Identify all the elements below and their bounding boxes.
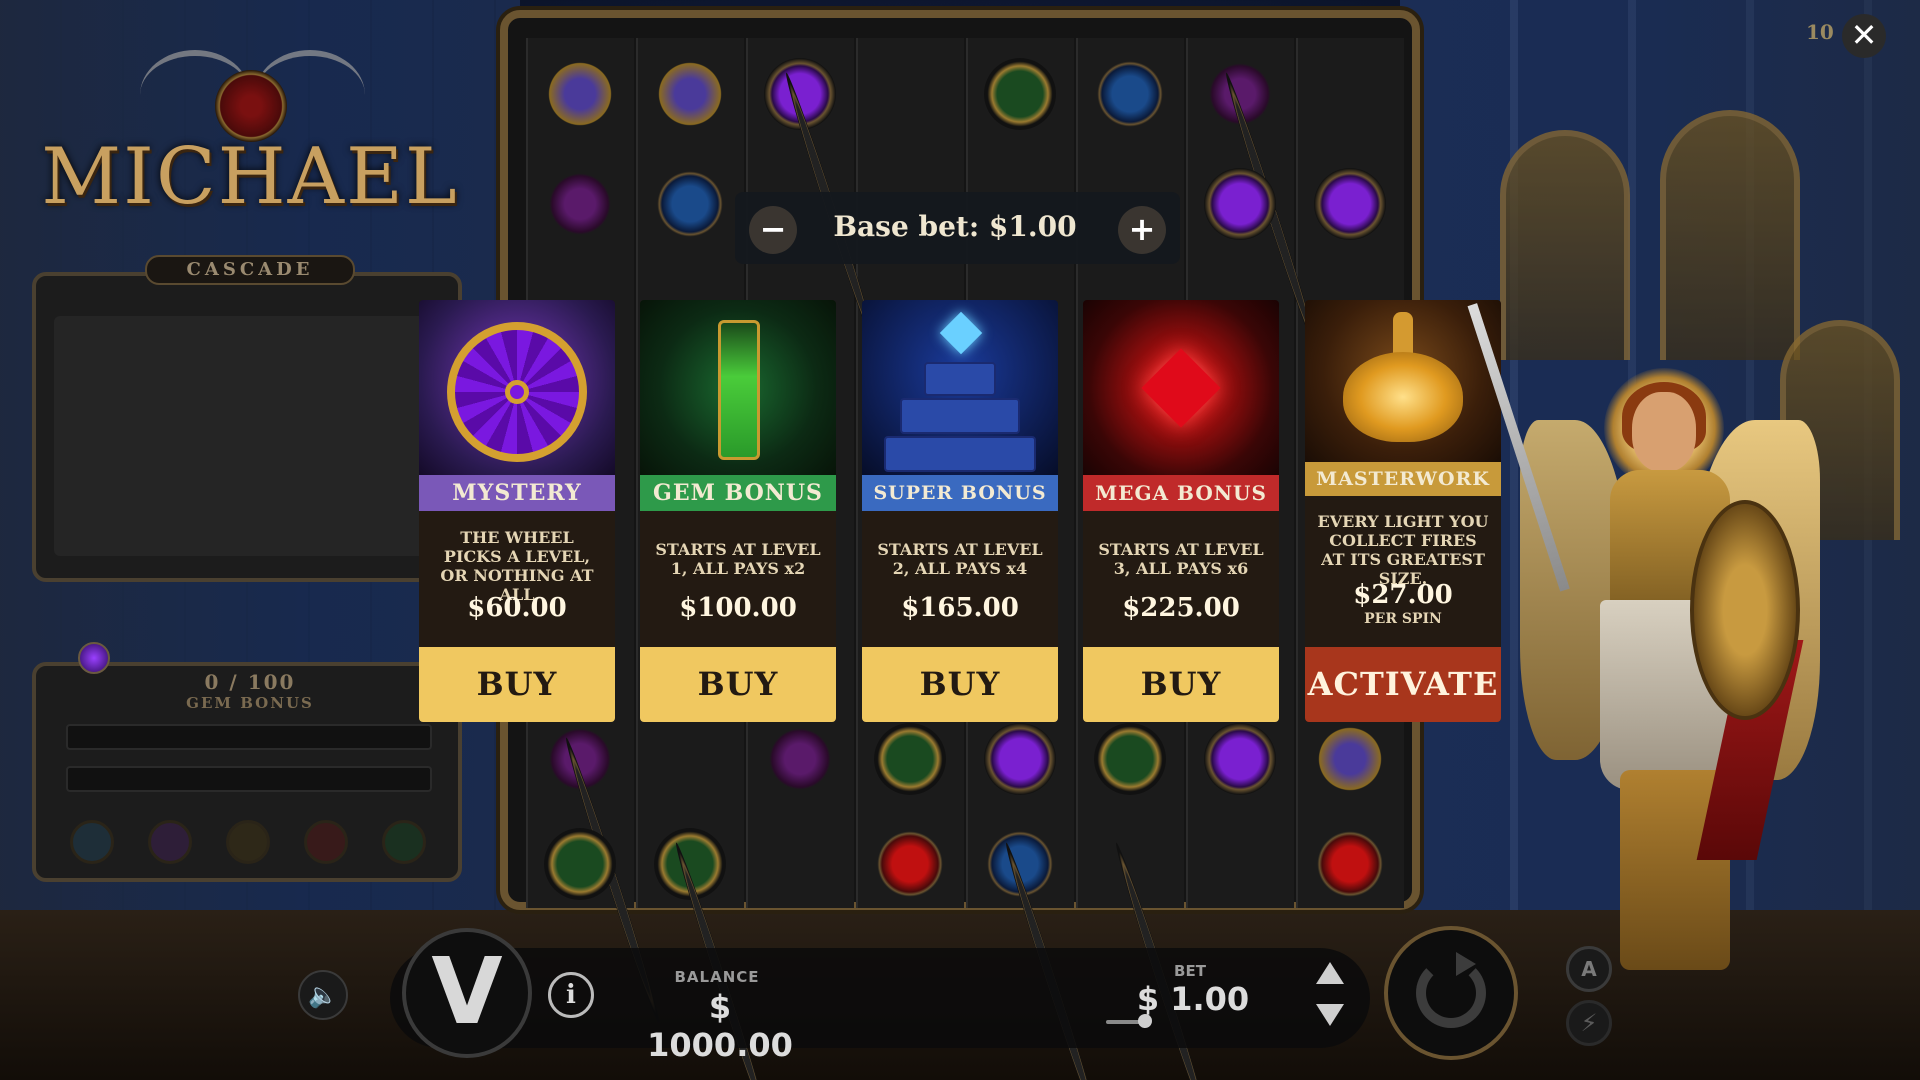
cascade-panel	[32, 272, 462, 582]
card-title: MYSTERY	[419, 475, 615, 511]
card-price: $225.00	[1122, 593, 1240, 623]
activate-masterwork-button[interactable]: ACTIVATE	[1305, 647, 1501, 722]
cascade-display	[54, 316, 444, 556]
dark-gem-symbol	[764, 723, 836, 795]
blue-gem-symbol	[1094, 58, 1166, 130]
buy-mystery-button[interactable]: BUY	[419, 647, 615, 722]
purple-gem-symbol	[984, 723, 1056, 795]
purple-gem-symbol	[1204, 168, 1276, 240]
dark-gem-symbol	[544, 168, 616, 240]
gem-slot-red	[304, 820, 348, 864]
gem-bonus-label: GEM BONUS	[186, 694, 314, 712]
mystery-wheel-art	[419, 300, 615, 475]
corner-counter: 10	[1806, 20, 1834, 44]
feature-card-gem-bonus: GEM BONUS STARTS AT LEVEL 1, ALL PAYS x2…	[640, 300, 836, 722]
crossed-swords-symbol	[544, 828, 616, 900]
card-title: SUPER BONUS	[862, 475, 1058, 511]
game-logo: MICHAEL	[40, 40, 460, 222]
gem-slot-blue	[70, 820, 114, 864]
golden-lamp-icon	[1343, 352, 1463, 442]
purple-gem-symbol	[1314, 168, 1386, 240]
gem-bonus-art	[640, 300, 836, 475]
gem-progress-bar	[66, 724, 432, 750]
masterwork-lamp-art	[1305, 300, 1501, 462]
mega-bonus-art	[1083, 300, 1279, 475]
card-price: $27.00	[1353, 580, 1453, 610]
bet-value: $ 1.00	[1136, 980, 1250, 1018]
feature-card-super-bonus: SUPER BONUS STARTS AT LEVEL 2, ALL PAYS …	[862, 300, 1058, 722]
mural-arch	[1660, 110, 1800, 360]
decrease-bet-button[interactable]: −	[749, 206, 797, 254]
gem-progress-bar	[66, 766, 432, 792]
red-gem-symbol	[1314, 828, 1386, 900]
base-bet-label: Base bet: $1.00	[833, 210, 1077, 243]
bet-up-arrow-icon[interactable]	[1316, 962, 1344, 984]
red-gem-icon	[1141, 348, 1221, 428]
super-bonus-art	[862, 300, 1058, 475]
base-bet-selector: − Base bet: $1.00 +	[735, 192, 1180, 264]
blue-gem-symbol	[654, 168, 726, 240]
autoplay-button[interactable]: A	[1566, 946, 1612, 992]
card-description: STARTS AT LEVEL 2, ALL PAYS x4	[877, 540, 1043, 578]
card-price-unit: PER SPIN	[1364, 611, 1442, 627]
gem-bonus-count: 0 / 100	[204, 670, 296, 694]
bet-down-arrow-icon[interactable]	[1316, 1004, 1344, 1026]
stone-block-icon	[884, 436, 1036, 472]
stone-block-icon	[924, 362, 996, 396]
buy-gem-bonus-button[interactable]: BUY	[640, 647, 836, 722]
lamp-finial-icon	[1393, 312, 1413, 356]
wheel-icon	[447, 322, 587, 462]
cascade-label: CASCADE	[145, 255, 355, 285]
gem-slot-green	[382, 820, 426, 864]
menu-logo-button[interactable]: V	[402, 928, 532, 1058]
info-button[interactable]: i	[548, 972, 594, 1018]
card-title: GEM BONUS	[640, 475, 836, 511]
blue-diamond-icon	[939, 311, 983, 355]
feature-card-masterwork: MASTERWORK EVERY LIGHT YOU COLLECT FIRES…	[1305, 300, 1501, 722]
game-title: MICHAEL	[41, 132, 459, 222]
increase-bet-button[interactable]: +	[1118, 206, 1166, 254]
card-description: STARTS AT LEVEL 3, ALL PAYS x6	[1098, 540, 1264, 578]
card-description: STARTS AT LEVEL 1, ALL PAYS x2	[655, 540, 821, 578]
balance-value: $ 1000.00	[647, 988, 793, 1064]
feature-card-mystery: MYSTERY THE WHEEL PICKS A LEVEL, OR NOTH…	[419, 300, 615, 722]
gem-slot-purple	[148, 820, 192, 864]
card-title: MEGA BONUS	[1083, 475, 1279, 511]
spin-arrowhead-icon	[1456, 952, 1476, 976]
purple-gem-symbol	[1204, 723, 1276, 795]
red-gem-symbol	[874, 828, 946, 900]
balance-label: BALANCE	[674, 968, 760, 986]
card-price: $60.00	[467, 593, 567, 623]
close-button[interactable]: ✕	[1842, 14, 1886, 58]
crown-symbol	[654, 58, 726, 130]
buy-super-bonus-button[interactable]: BUY	[862, 647, 1058, 722]
angel-shield	[1690, 500, 1800, 720]
crossed-swords-symbol	[984, 58, 1056, 130]
card-price: $165.00	[901, 593, 1019, 623]
crossed-swords-symbol	[1094, 723, 1166, 795]
turbo-lightning-icon[interactable]: ⚡	[1566, 1000, 1612, 1046]
spin-button[interactable]	[1384, 926, 1518, 1060]
bet-slider-handle[interactable]	[1138, 1014, 1152, 1028]
card-description: EVERY LIGHT YOU COLLECT FIRES AT ITS GRE…	[1317, 512, 1489, 588]
mural-arch	[1500, 130, 1630, 360]
crown-symbol	[1314, 723, 1386, 795]
sound-icon[interactable]: 🔈	[298, 970, 348, 1020]
crossed-swords-symbol	[874, 723, 946, 795]
buy-mega-bonus-button[interactable]: BUY	[1083, 647, 1279, 722]
green-tube-icon	[718, 320, 760, 460]
angel-head	[1632, 392, 1696, 472]
bet-label: BET	[1174, 962, 1206, 980]
feature-card-mega-bonus: MEGA BONUS STARTS AT LEVEL 3, ALL PAYS x…	[1083, 300, 1279, 722]
gem-slot-gold	[226, 820, 270, 864]
stone-block-icon	[900, 398, 1020, 434]
card-title: MASTERWORK	[1305, 462, 1501, 496]
crown-symbol	[544, 58, 616, 130]
card-price: $100.00	[679, 593, 797, 623]
